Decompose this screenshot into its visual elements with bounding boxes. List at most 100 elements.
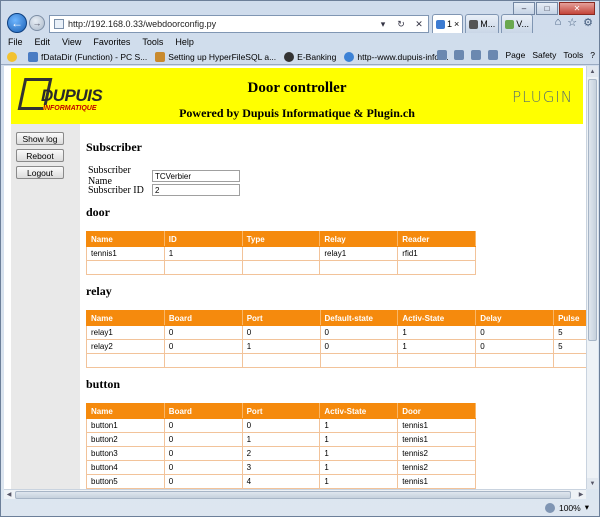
- subscriber-id-row: Subscriber ID: [86, 183, 240, 197]
- menu-file[interactable]: File: [7, 37, 24, 47]
- table-header-row: Name Board Port Default-state Activ-Stat…: [86, 310, 586, 326]
- home-icon[interactable]: ⌂: [555, 16, 562, 29]
- table-row[interactable]: tennis1 1 relay1 rfid1: [86, 246, 476, 261]
- favorite-item[interactable]: fDataDir (Function) - PC S...: [28, 51, 148, 62]
- table-cell: button3: [86, 446, 165, 461]
- star-icon[interactable]: ☆: [567, 16, 577, 29]
- table-cell: 0: [475, 339, 555, 354]
- zoom-level[interactable]: 100%: [559, 503, 581, 513]
- logout-button[interactable]: Logout: [16, 166, 64, 179]
- tools-menu[interactable]: Tools: [563, 50, 583, 60]
- table-cell: 5: [553, 339, 586, 354]
- dropdown-icon[interactable]: ▾: [374, 19, 392, 30]
- help-icon[interactable]: ?: [590, 50, 595, 60]
- table-cell: 4: [241, 474, 321, 489]
- scroll-up-icon[interactable]: ▲: [587, 66, 598, 77]
- safety-menu[interactable]: Safety: [532, 50, 556, 60]
- favorite-label: fDataDir (Function) - PC S...: [41, 51, 148, 62]
- table-cell: 0: [163, 339, 243, 354]
- tab-active[interactable]: 1 ×: [432, 14, 464, 33]
- table-cell: rfid1: [397, 246, 476, 261]
- vertical-scroll-thumb[interactable]: [588, 79, 597, 341]
- table-row[interactable]: button2 0 1 1 tennis1: [86, 432, 476, 447]
- table-cell: 1: [241, 432, 321, 447]
- table-row[interactable]: [86, 353, 586, 368]
- chevron-down-icon[interactable]: ▾: [585, 502, 589, 513]
- menu-view[interactable]: View: [61, 37, 82, 47]
- ie-icon: [344, 51, 355, 62]
- minimize-button[interactable]: –: [513, 2, 535, 15]
- table-row[interactable]: relay2 0 1 0 1 0 5: [86, 339, 586, 354]
- forward-button[interactable]: →: [29, 15, 45, 31]
- vertical-scrollbar[interactable]: ▲ ▼: [586, 66, 598, 489]
- tab-label: V...: [516, 19, 529, 29]
- menu-help[interactable]: Help: [174, 37, 195, 47]
- subscriber-name-row: Subscriber Name: [86, 165, 240, 187]
- subscriber-name-input[interactable]: [152, 170, 240, 182]
- show-log-button[interactable]: Show log: [16, 132, 64, 145]
- menu-tools[interactable]: Tools: [141, 37, 164, 47]
- table-cell: tennis1: [397, 474, 476, 489]
- table-cell: 1: [319, 474, 399, 489]
- maximize-button[interactable]: □: [536, 2, 558, 15]
- subscriber-id-input[interactable]: [152, 184, 240, 196]
- zoom-icon: [544, 502, 555, 513]
- relay-section: relay Name Board Port Default-state Acti…: [86, 284, 586, 368]
- favorite-item[interactable]: http--www.dupuis-infor...: [344, 51, 449, 62]
- column-header: ID: [163, 231, 243, 247]
- refresh-icon[interactable]: ↻: [392, 19, 410, 30]
- menu-edit[interactable]: Edit: [34, 37, 52, 47]
- column-header: Activ-State: [319, 403, 399, 419]
- table-row[interactable]: button3 0 2 1 tennis2: [86, 446, 476, 461]
- button-heading: button: [86, 377, 121, 391]
- horizontal-scroll-thumb[interactable]: [15, 491, 571, 499]
- table-cell: 1: [319, 418, 399, 433]
- column-header: Pulse: [553, 310, 586, 326]
- menu-favorites[interactable]: Favorites: [92, 37, 131, 47]
- subscriber-heading: Subscriber: [86, 140, 143, 154]
- gear-icon[interactable]: ⚙: [583, 16, 593, 29]
- column-header: Port: [241, 403, 321, 419]
- close-window-button[interactable]: ✕: [559, 2, 595, 15]
- table-cell: 2: [241, 446, 321, 461]
- table-cell: 1: [319, 446, 399, 461]
- back-button[interactable]: ←: [7, 13, 27, 33]
- table-cell: relay1: [86, 325, 165, 340]
- tab-second[interactable]: M...: [465, 14, 500, 33]
- print-icon[interactable]: [488, 50, 499, 60]
- mail-icon[interactable]: [471, 50, 482, 60]
- table-row[interactable]: relay1 0 0 0 1 0 5: [86, 325, 586, 340]
- page-menu[interactable]: Page: [505, 50, 525, 60]
- header-banner: DUPUIS INFORMATIQUE Door controller Powe…: [11, 68, 583, 124]
- favorite-item[interactable]: Setting up HyperFileSQL a...: [155, 51, 276, 62]
- table-cell: 0: [163, 325, 243, 340]
- column-header: Activ-State: [397, 310, 477, 326]
- address-row: ← → http://192.168.0.33/webdoorconfig.py…: [1, 1, 599, 35]
- table-row[interactable]: button1 0 0 1 tennis1: [86, 418, 476, 433]
- close-icon[interactable]: ×: [454, 19, 459, 29]
- address-bar[interactable]: http://192.168.0.33/webdoorconfig.py ▾ ↻…: [49, 15, 429, 33]
- scroll-right-icon[interactable]: ▶: [576, 490, 586, 499]
- table-row[interactable]: button5 0 4 1 tennis1: [86, 474, 476, 489]
- column-header: Delay: [475, 310, 555, 326]
- scroll-down-icon[interactable]: ▼: [587, 478, 598, 489]
- favorite-item[interactable]: E-Banking: [284, 51, 336, 62]
- table-cell: [86, 353, 165, 368]
- feeds-icon[interactable]: [454, 50, 465, 60]
- column-header: Board: [163, 403, 243, 419]
- tab-third[interactable]: V...: [501, 14, 533, 33]
- table-cell: button1: [86, 418, 165, 433]
- table-row[interactable]: [86, 260, 476, 275]
- table-row[interactable]: button4 0 3 1 tennis2: [86, 460, 476, 475]
- home-icon[interactable]: [437, 50, 448, 60]
- scroll-left-icon[interactable]: ◀: [4, 490, 14, 499]
- table-cell: button2: [86, 432, 165, 447]
- reboot-button[interactable]: Reboot: [16, 149, 64, 162]
- tab-strip: 1 × M... V...: [432, 14, 533, 33]
- favorites-star[interactable]: [7, 51, 20, 62]
- table-cell: 1: [397, 339, 477, 354]
- stop-icon[interactable]: ✕: [410, 19, 428, 30]
- table-cell: [163, 353, 243, 368]
- table-cell: [163, 260, 243, 275]
- horizontal-scrollbar[interactable]: ◀ ▶: [4, 489, 586, 499]
